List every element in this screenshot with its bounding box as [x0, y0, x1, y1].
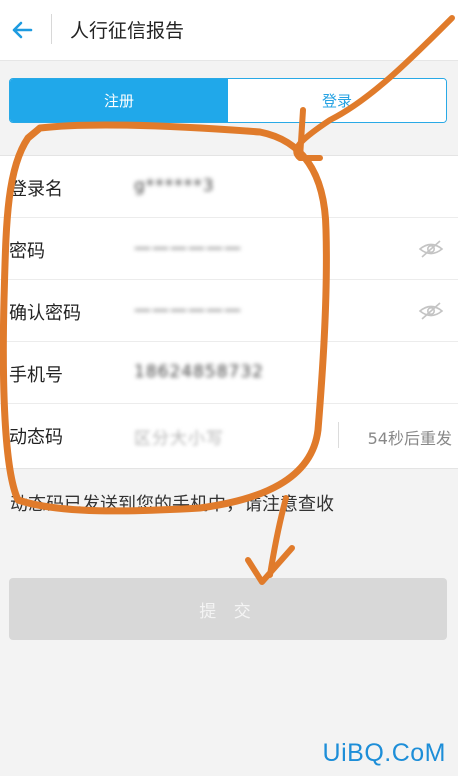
toggle-password-visibility-button[interactable] [418, 236, 444, 262]
dynamic-code-label: 动态码 [9, 427, 63, 448]
header-divider [51, 14, 52, 44]
eye-slash-icon [418, 240, 444, 258]
dynamic-code-field[interactable]: 区分大小写 [134, 424, 224, 449]
registration-form: 登录名 g******3 密码 —————— 确认密码 —————— 手机号 1… [0, 155, 458, 469]
username-field[interactable]: g******3 [134, 176, 215, 196]
phone-field[interactable]: 18624858732 [134, 362, 264, 382]
resend-code-button[interactable]: 54秒后重发 [368, 425, 452, 449]
password-row[interactable]: 密码 —————— [0, 218, 458, 280]
eye-slash-icon [418, 302, 444, 320]
tab-register[interactable]: 注册 [10, 79, 228, 122]
watermark-logo: UiBQ.CoM [322, 739, 446, 767]
password-label: 密码 [9, 241, 45, 262]
submit-button[interactable]: 提 交 [9, 578, 447, 640]
tab-login[interactable]: 登录 [228, 79, 446, 122]
dynamic-code-row[interactable]: 动态码 区分大小写 54秒后重发 [0, 404, 458, 466]
username-label: 登录名 [9, 179, 63, 200]
arrow-left-icon [12, 21, 33, 39]
confirm-password-row[interactable]: 确认密码 —————— [0, 280, 458, 342]
back-button[interactable] [6, 14, 38, 46]
phone-label: 手机号 [9, 365, 63, 386]
password-field[interactable]: —————— [134, 238, 242, 258]
confirm-password-field[interactable]: —————— [134, 300, 242, 320]
phone-row[interactable]: 手机号 18624858732 [0, 342, 458, 404]
register-login-tabs: 注册 登录 [9, 78, 447, 123]
username-row[interactable]: 登录名 g******3 [0, 156, 458, 218]
confirm-password-label: 确认密码 [9, 303, 81, 324]
top-bar: 人行征信报告 [0, 0, 458, 61]
sms-sent-notice: 动态码已发送到您的手机中，请注意查收 [10, 494, 334, 515]
divider [338, 422, 339, 448]
toggle-confirm-password-visibility-button[interactable] [418, 298, 444, 324]
page-title: 人行征信报告 [70, 20, 185, 42]
